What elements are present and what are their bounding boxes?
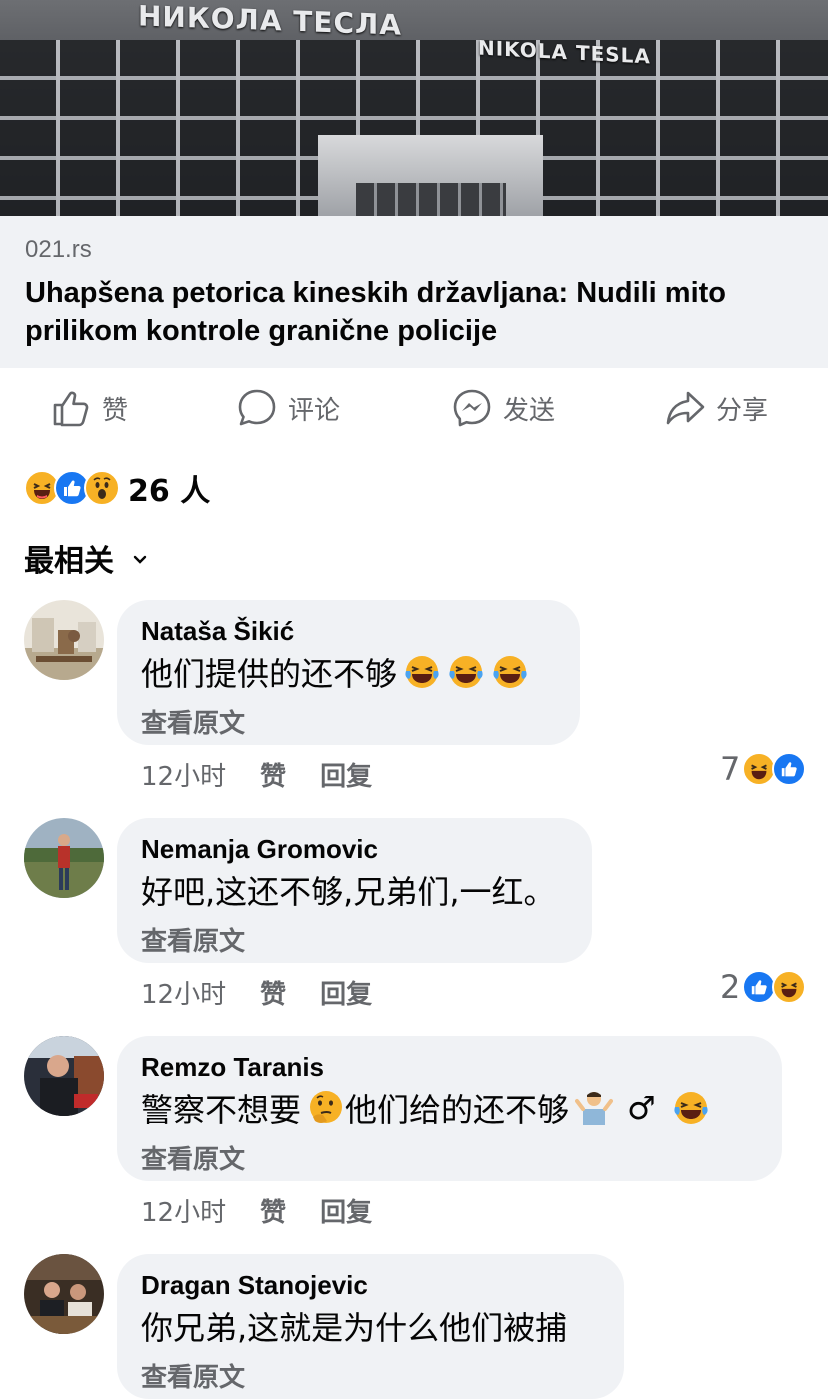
wow-icon (84, 470, 120, 506)
comment-text: 你兄弟,这就是为什么他们被捕 (141, 1309, 568, 1347)
comment-bubble[interactable]: Remzo Taranis 警察不想要 他们给的还不够 ♂ 查看原文 (117, 1036, 782, 1181)
comment-author[interactable]: Remzo Taranis (141, 1052, 758, 1083)
comment-text: 他们提供的还不够 (141, 649, 556, 695)
comment-text-part: 他们给的还不够 (345, 1091, 570, 1129)
share-icon (666, 391, 705, 425)
building-entrance (318, 135, 543, 216)
male-sign: ♂ (627, 1089, 656, 1127)
send-label: 发送 (503, 395, 556, 426)
comment-icon (238, 389, 276, 426)
comment-author[interactable]: Nataša Šikić (141, 616, 556, 647)
sort-label: 最相关 (24, 544, 114, 579)
share-button[interactable]: 分享 (664, 386, 768, 430)
share-label: 分享 (716, 395, 769, 426)
comment-meta: 12小时 赞 回复 (141, 974, 406, 1011)
send-button[interactable]: 发送 (451, 386, 555, 430)
messenger-icon (453, 389, 491, 427)
comment-time: 12小时 (141, 1198, 227, 1228)
comment-label: 评论 (288, 395, 341, 426)
sign-cyrillic: НИКОЛА ТЕСЛА (138, 0, 402, 42)
comment-sort-dropdown[interactable]: 最相关 (24, 536, 148, 580)
action-bar: 赞 评论 发送 分享 (0, 378, 828, 440)
comment-time: 12小时 (141, 980, 227, 1010)
avatar[interactable] (24, 818, 104, 898)
like-icon (772, 752, 807, 786)
comment-bubble[interactable]: Nataša Šikić 他们提供的还不够 查看原文 (117, 600, 580, 745)
avatar[interactable] (24, 600, 104, 680)
reaction-count: 26 人 (128, 474, 211, 509)
comment-text-content: 他们提供的还不够 (141, 655, 398, 693)
link-preview-image[interactable]: НИКОЛА ТЕСЛА NIKOLA TESLA (0, 0, 828, 216)
entrance-door (356, 183, 506, 216)
comment-reply-button[interactable]: 回复 (320, 756, 372, 793)
avatar[interactable] (24, 1036, 104, 1116)
reaction-summary[interactable]: 26 人 (24, 468, 211, 509)
comment-author[interactable]: Dragan Stanojevic (141, 1270, 600, 1301)
like-label: 赞 (102, 395, 129, 426)
comment-meta: 12小时 赞 回复 (141, 756, 406, 793)
comment-author[interactable]: Nemanja Gromovic (141, 834, 568, 865)
reaction-number: 7 (720, 750, 741, 788)
comment-reply-button[interactable]: 回复 (320, 1192, 372, 1229)
comment-reaction-count[interactable]: 7 (720, 750, 807, 788)
link-headline: Uhapšena petorica kineskih državljana: N… (25, 277, 727, 347)
laugh-cry-icon (449, 656, 483, 688)
comment-reply-button[interactable]: 回复 (320, 974, 372, 1011)
avatar[interactable] (24, 1254, 104, 1334)
thinking-face-icon (310, 1091, 343, 1123)
comment-button[interactable]: 评论 (236, 386, 340, 430)
comment-time: 12小时 (141, 762, 227, 792)
see-original-link[interactable]: 查看原文 (141, 703, 556, 740)
see-original-link[interactable]: 查看原文 (141, 1357, 600, 1394)
comment-bubble[interactable]: Nemanja Gromovic 好吧,这还不够,兄弟们,一红。 查看原文 (117, 818, 592, 963)
see-original-link[interactable]: 查看原文 (141, 921, 568, 958)
comment-meta: 12小时 赞 回复 (141, 1192, 406, 1229)
laugh-cry-icon (405, 656, 439, 688)
comment-like-button[interactable]: 赞 (260, 756, 286, 793)
shrug-icon (575, 1092, 614, 1125)
comment-text-part: 警察不想要 (141, 1091, 302, 1129)
comment-bubble[interactable]: Dragan Stanojevic 你兄弟,这就是为什么他们被捕 查看原文 (117, 1254, 624, 1399)
link-domain: 021.rs (25, 236, 92, 263)
comment-text: 好吧,这还不够,兄弟们,一红。 (141, 873, 556, 911)
chevron-down-icon (133, 555, 147, 564)
like-icon (742, 970, 777, 1004)
haha-icon (742, 752, 777, 786)
thumbs-up-icon (53, 391, 89, 427)
link-preview-card[interactable]: 021.rs Uhapšena petorica kineskih državl… (0, 216, 828, 368)
haha-icon (772, 970, 807, 1004)
comment-like-button[interactable]: 赞 (260, 1192, 286, 1229)
see-original-link[interactable]: 查看原文 (141, 1139, 758, 1176)
laugh-cry-icon (493, 656, 527, 688)
comment-reaction-count[interactable]: 2 (720, 968, 807, 1006)
reaction-number: 2 (720, 968, 741, 1006)
comment-like-button[interactable]: 赞 (260, 974, 286, 1011)
like-button[interactable]: 赞 (50, 386, 128, 430)
comment-text: 警察不想要 他们给的还不够 ♂ (141, 1085, 758, 1131)
laugh-cry-icon (674, 1092, 708, 1124)
